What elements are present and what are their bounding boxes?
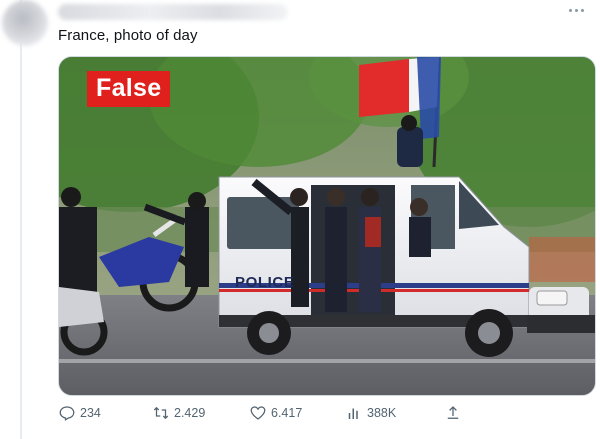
tweet-card: France, photo of day POLICE False 234 2.… <box>0 0 600 439</box>
tweet-photo[interactable]: POLICE False <box>58 56 596 396</box>
photo-scene <box>59 57 595 395</box>
tweet-text: France, photo of day <box>58 27 198 44</box>
views-button[interactable]: 388K <box>345 403 396 423</box>
like-icon <box>249 404 267 422</box>
like-count: 6.417 <box>271 406 303 420</box>
share-button[interactable] <box>444 403 462 423</box>
views-count: 388K <box>367 406 397 420</box>
views-icon <box>345 404 363 422</box>
van-police-lettering: POLICE <box>235 274 295 291</box>
share-icon <box>444 404 462 422</box>
repost-button[interactable]: 2.429 <box>152 403 205 423</box>
tweet-actions: 234 2.429 6.417 388K <box>58 403 478 423</box>
reply-icon <box>58 404 76 422</box>
author-name-redacted[interactable] <box>58 4 288 20</box>
thread-line <box>20 0 22 439</box>
repost-count: 2.429 <box>174 406 206 420</box>
like-button[interactable]: 6.417 <box>249 403 302 423</box>
more-icon[interactable] <box>564 2 588 18</box>
reply-button[interactable]: 234 <box>58 403 101 423</box>
false-badge: False <box>87 71 171 107</box>
avatar[interactable] <box>2 0 48 46</box>
reply-count: 234 <box>80 406 101 420</box>
repost-icon <box>152 404 170 422</box>
